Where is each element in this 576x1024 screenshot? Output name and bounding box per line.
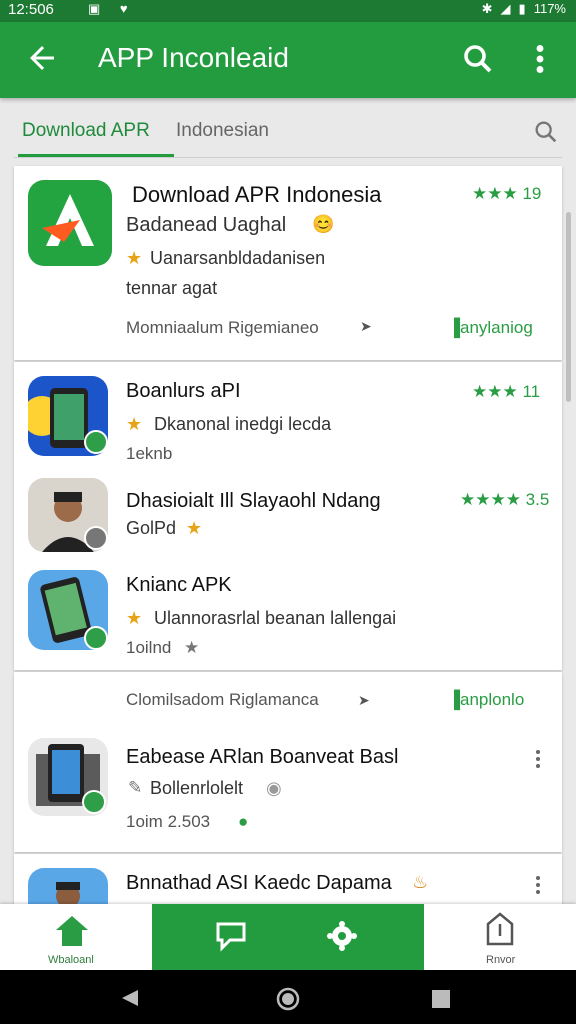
battery-icon: ▮: [518, 1, 526, 16]
badge-icon: [84, 430, 108, 454]
developer-link[interactable]: Momniaalum Rigemianeo: [126, 318, 319, 338]
scrollbar[interactable]: [566, 212, 571, 402]
emoji-icon: 😊: [312, 214, 335, 234]
badge-icon: [84, 526, 108, 550]
app-meta: 1oilnd: [126, 638, 172, 657]
app-meta: 1oim 2.503: [126, 812, 211, 831]
signal-icon: ◢: [500, 1, 511, 16]
nav-home-label: Wbaloanl: [48, 954, 94, 966]
app-subtitle: Badanead Uaghal: [126, 214, 287, 236]
more-options-icon[interactable]: [532, 748, 544, 770]
install-link[interactable]: anylaniog: [460, 318, 533, 338]
star-icon: ★: [184, 638, 200, 657]
developer-link[interactable]: Clomilsadom Riglamanca: [126, 690, 319, 710]
badge-icon: [84, 626, 108, 650]
chevron-right-icon: ➤: [360, 318, 372, 334]
app-description: GolPd: [126, 518, 177, 538]
system-navigation-bar: [0, 970, 576, 1024]
recents-icon[interactable]: [430, 988, 452, 1010]
chat-icon[interactable]: [214, 920, 248, 952]
featured-app-card[interactable]: Download APR Indonesia ★★★ 19 Badanead U…: [14, 166, 562, 360]
app-title: Bnnathad ASI Kaedc Dapama: [126, 872, 392, 894]
app-rating: ★★★ 19: [472, 184, 542, 203]
chart-icon: ▐: [448, 690, 461, 709]
badge-icon: [82, 790, 106, 814]
app-title: Knianc APK: [126, 574, 232, 596]
document-icon: [486, 912, 514, 946]
nav-reviews[interactable]: Rnvor: [424, 904, 576, 970]
list-item[interactable]: Bnnathad ASI Kaedc Dapama ♨: [14, 854, 562, 904]
wifi-icon: ✱: [481, 1, 493, 16]
leaf-icon: ●: [238, 812, 249, 831]
more-options-icon[interactable]: [532, 874, 544, 896]
bottom-navigation: Wbaloanl Rnvor: [0, 904, 576, 970]
app-description: Dkanonal inedgi lecda: [154, 414, 332, 434]
badge-star-icon: ★: [126, 608, 143, 628]
app-title: Download APR Indonesia: [132, 182, 382, 207]
pin-icon: ✎: [128, 778, 143, 797]
star-icon: ★: [186, 518, 203, 538]
app-title: Boanlurs aPI: [126, 380, 241, 402]
app-list-card: Clomilsadom Riglamanca ➤ ▐ anplonlo Eabe…: [14, 672, 562, 852]
app-title: Eabease ARlan Boanveat Basl: [126, 746, 399, 768]
badge-star-icon: ★: [126, 248, 143, 268]
app-rating: ★★★★ 3.5: [460, 490, 550, 509]
active-search-tab[interactable]: Download APR: [22, 120, 150, 142]
app-bar: APP Inconleaid: [0, 22, 576, 98]
info-icon: ◉: [266, 778, 282, 798]
notification-icons: ▣ ♥: [88, 1, 136, 16]
app-description-2: tennar agat: [126, 278, 218, 298]
back-arrow-icon[interactable]: [24, 40, 60, 76]
avatar[interactable]: [28, 868, 108, 904]
app-description: Bollenrlolelt: [150, 778, 244, 798]
status-bar: 12:506 ▣ ♥ ✱ ◢ ▮ 117%: [0, 0, 576, 22]
page-title: APP Inconleaid: [98, 42, 289, 73]
badge-star-icon: ★: [126, 414, 143, 434]
active-tab-indicator: [18, 154, 174, 157]
nav-home[interactable]: Wbaloanl: [0, 904, 152, 970]
more-options-icon[interactable]: [526, 41, 554, 77]
nav-reviews-label: Rnvor: [486, 954, 516, 966]
home-button-icon[interactable]: [275, 986, 301, 1012]
fire-icon: ♨: [412, 872, 429, 892]
search-icon[interactable]: [460, 41, 496, 77]
status-indicators: ✱ ◢ ▮ 117%: [474, 1, 566, 17]
app-description: Uanarsanbldadanisen: [150, 248, 326, 268]
chart-icon: ▐: [448, 318, 461, 337]
nav-center-group: [152, 904, 424, 970]
search-icon[interactable]: [532, 118, 560, 146]
search-query[interactable]: Indonesian: [176, 120, 269, 142]
back-icon[interactable]: [120, 988, 140, 1008]
settings-icon[interactable]: [326, 920, 358, 952]
battery-level: 117%: [533, 1, 566, 16]
app-rating: ★★★ 11: [472, 382, 541, 401]
app-title: Dhasioialt Ill Slayaohl Ndang: [126, 490, 381, 512]
app-description: Ulannorasrlal beanan lallengai: [154, 608, 397, 628]
app-list-card: Boanlurs aPI ★★★ 11 ★ Dkanonal inedgi le…: [14, 362, 562, 670]
home-icon: [56, 916, 88, 946]
app-icon[interactable]: [28, 180, 112, 266]
chevron-right-icon: ➤: [358, 692, 370, 708]
status-time: 12:506: [8, 1, 54, 18]
search-bar[interactable]: Download APR Indonesian: [14, 108, 562, 158]
install-link[interactable]: anplonlo: [460, 690, 524, 710]
app-meta: 1eknb: [126, 444, 173, 463]
